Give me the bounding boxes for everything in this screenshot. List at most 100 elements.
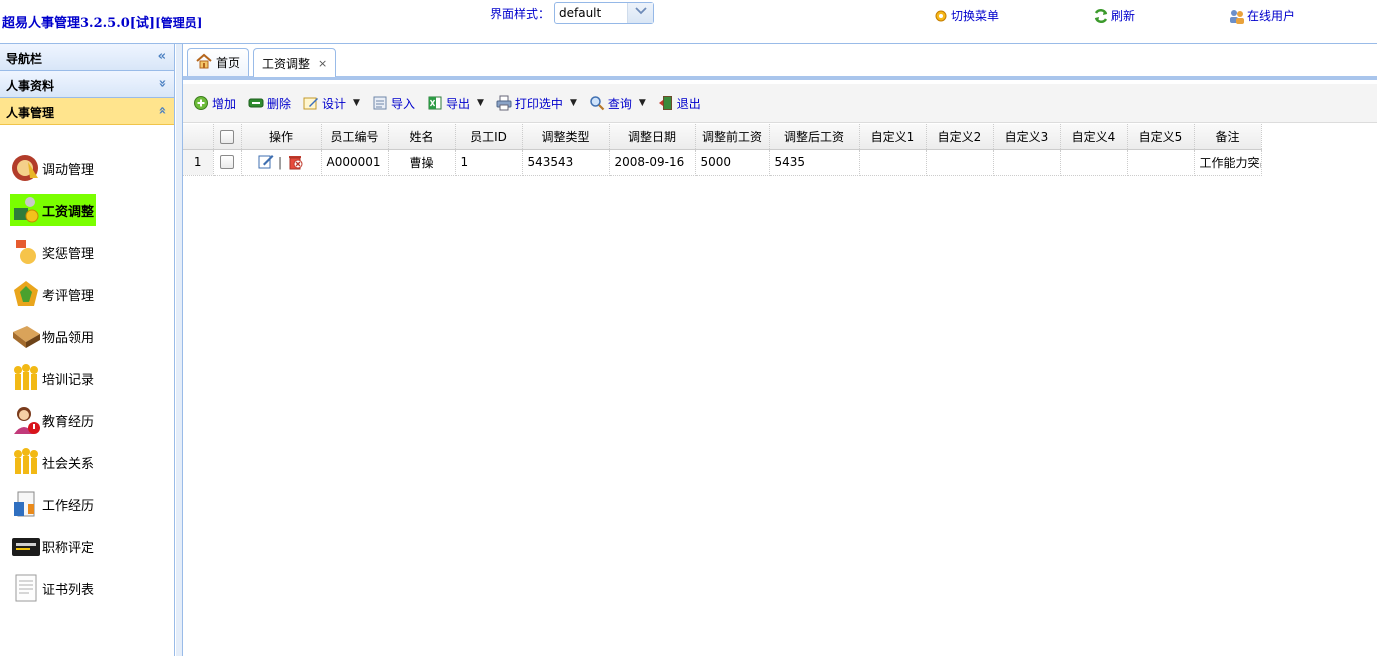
- sidebar-item-label: 证书列表: [42, 582, 95, 598]
- dropdown-arrow-icon[interactable]: ▼: [353, 98, 360, 108]
- sidebar-item-education[interactable]: 教育经历: [0, 399, 174, 441]
- users-icon: [1229, 8, 1245, 24]
- column-header[interactable]: 自定义4: [1060, 124, 1128, 150]
- column-header[interactable]: 员工编号: [321, 124, 389, 150]
- add-button[interactable]: 增加: [193, 95, 236, 112]
- work-history-icon: [10, 488, 42, 520]
- column-header[interactable]: 操作: [241, 124, 322, 150]
- column-header[interactable]: 自定义3: [993, 124, 1061, 150]
- sidebar-item-social-relations[interactable]: 社会关系: [0, 441, 174, 483]
- cell-custom5: [1127, 149, 1195, 176]
- import-icon: [372, 95, 388, 111]
- toolbar: 增加 删除 设计 ▼ 导入 导出 ▼ 打印选中 ▼ 查询 ▼ 退出: [183, 84, 1377, 123]
- search-icon: [589, 95, 605, 111]
- main-area: 首页 工资调整 × 增加 删除 设计 ▼ 导入 导出 ▼ 打印选中 ▼ 查询 ▼…: [183, 44, 1377, 656]
- column-header[interactable]: 员工ID: [455, 124, 523, 150]
- query-label: 查询: [607, 96, 632, 111]
- sidebar-item-label: 调动管理: [42, 162, 95, 178]
- row-number: 1: [183, 149, 214, 176]
- goods-icon: [10, 320, 42, 352]
- column-header[interactable]: 自定义2: [926, 124, 994, 150]
- sidebar-item-work-history[interactable]: 工作经历: [0, 483, 174, 525]
- column-header[interactable]: 姓名: [388, 124, 456, 150]
- tab-label: 工资调整: [262, 56, 311, 71]
- dropdown-arrow-icon[interactable]: ▼: [639, 98, 646, 108]
- delete-label: 删除: [267, 96, 292, 111]
- cell-custom4: [1060, 149, 1128, 176]
- delete-button[interactable]: 删除: [248, 95, 291, 112]
- row-actions: |: [241, 149, 322, 176]
- selected-highlight: 工资调整: [10, 194, 97, 226]
- switch-menu-label: 切换菜单: [951, 9, 1000, 23]
- column-header[interactable]: 调整后工资: [769, 124, 860, 150]
- app-title: 超易人事管理3.2.5.0[试][管理员]: [2, 12, 202, 31]
- column-header[interactable]: 自定义5: [1127, 124, 1195, 150]
- switch-menu-link[interactable]: 切换菜单: [933, 7, 999, 24]
- refresh-link[interactable]: 刷新: [1093, 7, 1135, 24]
- sidebar-item-evaluation[interactable]: 考评管理: [0, 273, 174, 315]
- excel-icon: [427, 95, 443, 111]
- column-header[interactable]: 自定义1: [859, 124, 927, 150]
- query-button[interactable]: 查询 ▼: [589, 95, 646, 112]
- select-all-checkbox[interactable]: [220, 129, 234, 144]
- app-header: 超易人事管理3.2.5.0[试][管理员] 界面样式： default 切换菜单…: [0, 0, 1377, 44]
- cell-adjust-type: 543543: [522, 149, 610, 176]
- app-title-text: 超易人事管理3.2.5.0[试]: [2, 16, 156, 31]
- edit-icon[interactable]: [258, 153, 274, 172]
- collapse-icon[interactable]: «: [154, 106, 169, 114]
- online-users-label: 在线用户: [1247, 9, 1296, 23]
- cell-salary-after: 5435: [769, 149, 860, 176]
- chevron-down-icon[interactable]: [627, 3, 653, 23]
- column-header[interactable]: 调整日期: [609, 124, 696, 150]
- sidebar-item-goods[interactable]: 物品领用: [0, 315, 174, 357]
- training-icon: [10, 362, 42, 394]
- data-grid: 操作 员工编号 姓名 员工ID 调整类型 调整日期 调整前工资 调整后工资 自定…: [183, 124, 1377, 176]
- cell-remark: 工作能力突出: [1194, 149, 1262, 176]
- delete-icon[interactable]: [286, 152, 304, 173]
- close-icon[interactable]: ×: [318, 57, 327, 70]
- sidebar-splitter[interactable]: [176, 44, 183, 656]
- panel-header-personnel-management[interactable]: 人事管理 «: [0, 98, 174, 125]
- tab-salary-adjustment[interactable]: 工资调整 ×: [253, 48, 337, 77]
- panel-header-nav[interactable]: 导航栏 «: [0, 44, 174, 71]
- column-header[interactable]: 调整前工资: [695, 124, 770, 150]
- style-select[interactable]: default: [554, 2, 654, 24]
- gear-icon: [933, 8, 949, 24]
- grid-header-row: 操作 员工编号 姓名 员工ID 调整类型 调整日期 调整前工资 调整后工资 自定…: [183, 124, 1262, 150]
- user-role: [管理员]: [155, 16, 203, 30]
- sidebar-item-certificates[interactable]: 证书列表: [0, 567, 174, 609]
- row-checkbox[interactable]: [220, 155, 234, 170]
- cell-salary-before: 5000: [695, 149, 770, 176]
- table-row[interactable]: 1 | A000001 曹操 1 543543 2008-09-16 5000 …: [183, 149, 1262, 176]
- panel-header-personnel-data[interactable]: 人事资料 »: [0, 71, 174, 98]
- dropdown-arrow-icon[interactable]: ▼: [570, 98, 577, 108]
- cell-custom3: [993, 149, 1061, 176]
- module-list: 调动管理 工资调整 奖惩管理 考评管理 物品领用 培训记录 教育经历 社会关系 …: [0, 125, 174, 609]
- import-button[interactable]: 导入: [372, 95, 415, 112]
- salary-icon: [10, 194, 42, 226]
- tab-home[interactable]: 首页: [187, 48, 250, 76]
- dropdown-arrow-icon[interactable]: ▼: [477, 98, 484, 108]
- sidebar-item-label: 奖惩管理: [42, 246, 95, 262]
- print-selected-button[interactable]: 打印选中 ▼: [496, 95, 577, 112]
- remove-icon: [248, 95, 264, 111]
- column-header[interactable]: 备注: [1194, 124, 1262, 150]
- design-button[interactable]: 设计 ▼: [303, 95, 360, 112]
- sidebar-item-professional-title[interactable]: 职称评定: [0, 525, 174, 567]
- online-users-link[interactable]: 在线用户: [1229, 7, 1295, 24]
- sidebar-item-transfer[interactable]: 调动管理: [0, 147, 174, 189]
- sidebar-item-salary-adjustment[interactable]: 工资调整: [0, 189, 174, 231]
- sidebar-item-label: 培训记录: [42, 372, 95, 388]
- panel-header-label: 导航栏: [6, 52, 43, 66]
- sidebar-item-label: 教育经历: [42, 414, 95, 430]
- collapse-icon[interactable]: «: [158, 49, 166, 64]
- column-header[interactable]: 调整类型: [522, 124, 610, 150]
- refresh-label: 刷新: [1111, 9, 1136, 23]
- exit-button[interactable]: 退出: [658, 95, 701, 112]
- export-button[interactable]: 导出 ▼: [427, 95, 484, 112]
- expand-icon[interactable]: »: [154, 79, 169, 87]
- sidebar-item-rewards[interactable]: 奖惩管理: [0, 231, 174, 273]
- sidebar-item-training[interactable]: 培训记录: [0, 357, 174, 399]
- reward-icon: [10, 236, 42, 268]
- sidebar-item-label: 工资调整: [42, 204, 95, 220]
